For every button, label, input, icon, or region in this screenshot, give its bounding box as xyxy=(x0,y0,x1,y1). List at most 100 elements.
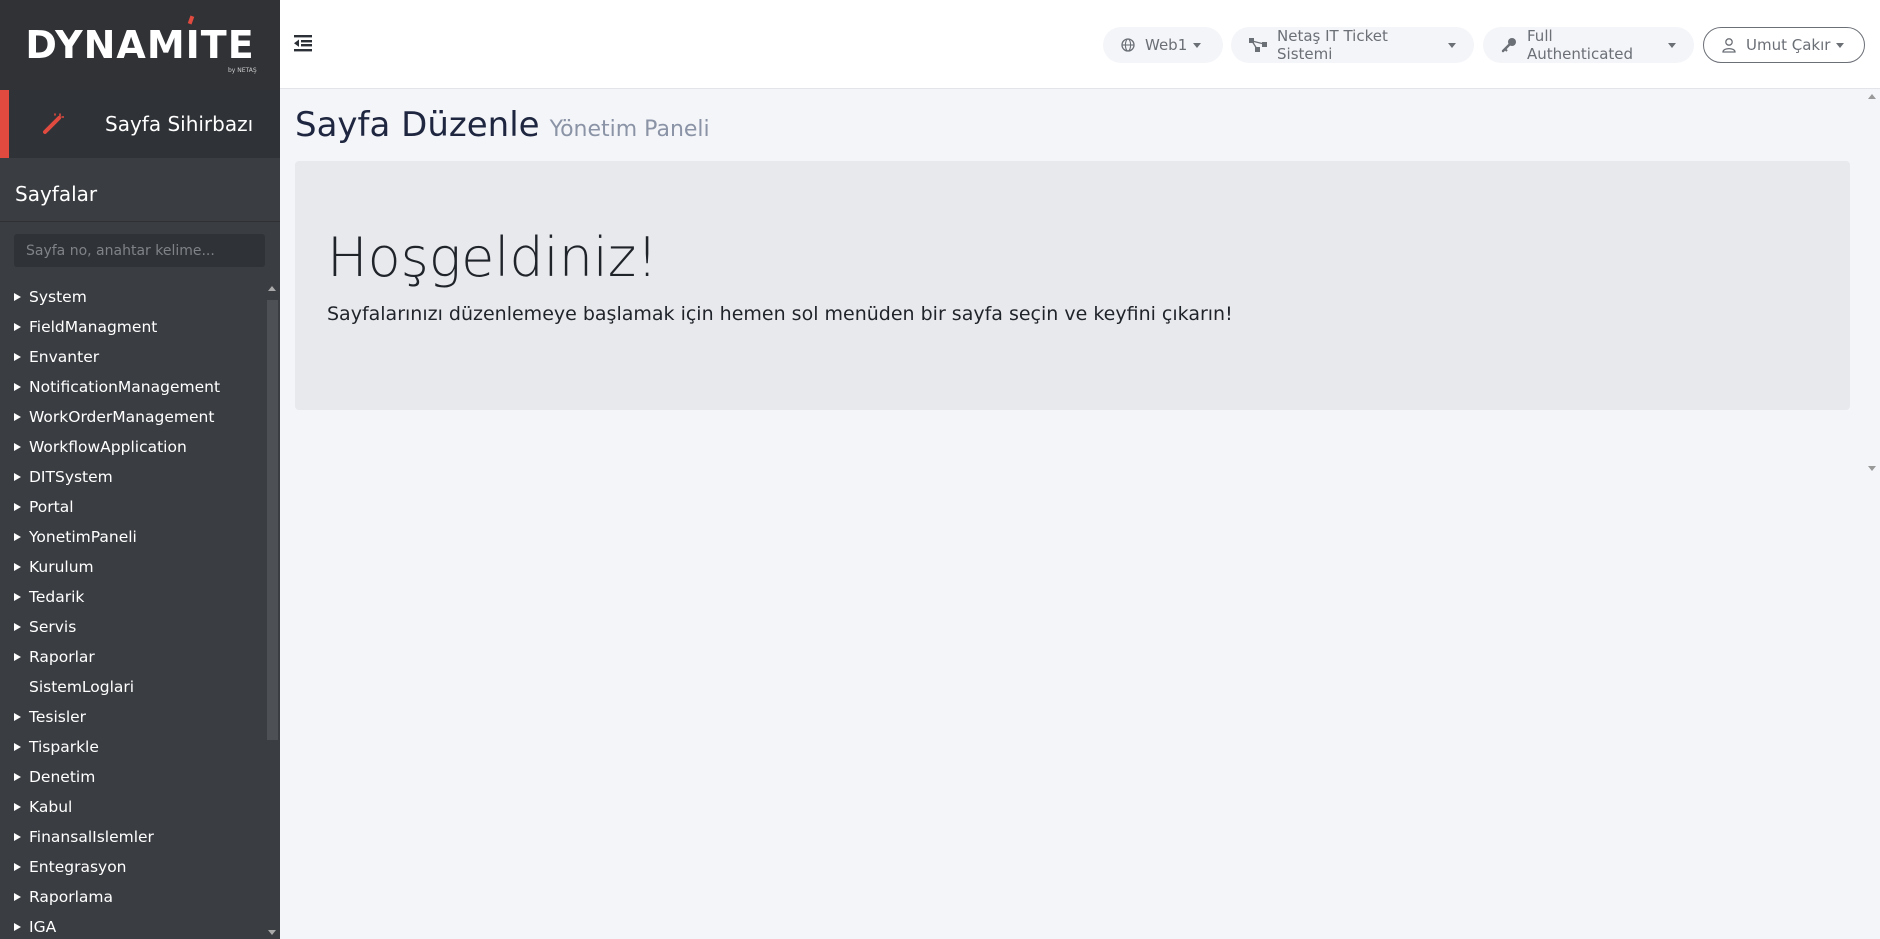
caret-right-icon[interactable] xyxy=(14,353,21,361)
sidebar-tree-item-label: System xyxy=(29,288,87,306)
sidebar-tree-item-label: YonetimPaneli xyxy=(29,528,137,546)
sidebar-tree-item[interactable]: Raporlar xyxy=(0,642,265,672)
caret-right-icon[interactable] xyxy=(14,383,21,391)
sidebar-tree-item-label: NotificationManagement xyxy=(29,378,221,396)
sidebar-tree-item[interactable]: DITSystem xyxy=(0,462,265,492)
sidebar-tree-item[interactable]: WorkflowApplication xyxy=(0,432,265,462)
logo-text-b: I xyxy=(185,23,201,67)
sidebar-tree-item[interactable]: IGA xyxy=(0,912,265,939)
sidebar-tree-item-label: Portal xyxy=(29,498,74,516)
sidebar-tree-item[interactable]: YonetimPaneli xyxy=(0,522,265,552)
caret-right-icon[interactable] xyxy=(14,923,21,931)
sidebar-tree-item[interactable]: System xyxy=(0,282,265,312)
user-dropdown-label: Umut Çakır xyxy=(1746,36,1831,54)
caret-right-icon[interactable] xyxy=(14,563,21,571)
sidebar-tree-item[interactable]: Denetim xyxy=(0,762,265,792)
caret-right-icon[interactable] xyxy=(14,323,21,331)
sidebar-tree-item[interactable]: NotificationManagement xyxy=(0,372,265,402)
sitemap-icon xyxy=(1249,38,1267,52)
caret-right-icon[interactable] xyxy=(14,473,21,481)
sidebar-tree-item-label: Servis xyxy=(29,618,77,636)
scrollbar-thumb[interactable] xyxy=(267,300,278,740)
sidebar-tree-item-label: Tedarik xyxy=(29,588,85,606)
sidebar-tree-item[interactable]: FieldManagment xyxy=(0,312,265,342)
sidebar: DYNAMITE by NETAŞ Sayfa Sihirbazı Sayfal… xyxy=(0,0,280,939)
scroll-up-arrow-icon[interactable] xyxy=(1868,94,1876,99)
sidebar-tree-item[interactable]: Kabul xyxy=(0,792,265,822)
system-dropdown[interactable]: Netaş IT Ticket Sistemi xyxy=(1231,27,1474,63)
page-search-input[interactable] xyxy=(14,234,265,267)
chevron-down-icon xyxy=(1193,42,1202,48)
magic-wand-icon xyxy=(39,110,67,138)
sidebar-tree-item-label: Kurulum xyxy=(29,558,94,576)
main-content: Sayfa Düzenle Yönetim Paneli Hoşgeldiniz… xyxy=(280,90,1865,939)
page-wizard-button[interactable]: Sayfa Sihirbazı xyxy=(0,90,280,158)
caret-right-icon[interactable] xyxy=(14,413,21,421)
sidebar-tree-item[interactable]: Servis xyxy=(0,612,265,642)
sidebar-tree-item-label: IGA xyxy=(29,918,57,936)
sidebar-tree-item-label: Raporlar xyxy=(29,648,95,666)
system-dropdown-label: Netaş IT Ticket Sistemi xyxy=(1277,27,1388,63)
main-scrollbar[interactable] xyxy=(1865,90,1880,475)
caret-right-icon[interactable] xyxy=(14,593,21,601)
sidebar-tree-item-label: Kabul xyxy=(29,798,73,816)
web-dropdown-label: Web1 xyxy=(1145,36,1188,54)
sidebar-tree-item[interactable]: Raporlama xyxy=(0,882,265,912)
caret-right-icon[interactable] xyxy=(14,863,21,871)
sidebar-tree-item-label: FieldManagment xyxy=(29,318,158,336)
sidebar-tree-item[interactable]: WorkOrderManagement xyxy=(0,402,265,432)
page-header: Sayfa Düzenle Yönetim Paneli xyxy=(295,105,710,145)
caret-right-icon[interactable] xyxy=(14,653,21,661)
chevron-down-icon xyxy=(1836,42,1845,48)
sidebar-tree-item[interactable]: Tesisler xyxy=(0,702,265,732)
caret-right-icon[interactable] xyxy=(14,293,21,301)
sidebar-tree-item[interactable]: SistemLoglari xyxy=(0,672,265,702)
sidebar-tree-item-label: Envanter xyxy=(29,348,100,366)
welcome-title: Hoşgeldiniz! xyxy=(327,226,658,289)
sidebar-tree-item[interactable]: Envanter xyxy=(0,342,265,372)
chevron-down-icon xyxy=(1668,42,1676,48)
scroll-up-arrow-icon[interactable] xyxy=(268,286,276,291)
dynamite-logo[interactable]: DYNAMITE by NETAŞ xyxy=(25,23,256,74)
sidebar-tree-item[interactable]: Entegrasyon xyxy=(0,852,265,882)
sidebar-tree-item-label: SistemLoglari xyxy=(29,678,135,696)
scroll-down-arrow-icon[interactable] xyxy=(268,930,276,935)
caret-right-icon[interactable] xyxy=(14,503,21,511)
auth-dropdown[interactable]: Full Authenticated xyxy=(1483,27,1694,63)
caret-right-icon[interactable] xyxy=(14,743,21,751)
sidebar-scrollbar[interactable] xyxy=(265,282,280,939)
user-icon xyxy=(1722,37,1736,53)
user-dropdown[interactable]: Umut Çakır xyxy=(1703,27,1865,63)
auth-dropdown-label: Full Authenticated xyxy=(1527,27,1634,63)
sidebar-tree-item-label: Tesisler xyxy=(29,708,87,726)
sidebar-tree-item[interactable]: Portal xyxy=(0,492,265,522)
web-dropdown[interactable]: Web1 xyxy=(1103,27,1223,63)
sidebar-tree-item-label: Entegrasyon xyxy=(29,858,127,876)
topbar: Web1 Netaş IT Ticket Sistemi Full Authen… xyxy=(280,0,1880,89)
sidebar-tree-item-label: Denetim xyxy=(29,768,96,786)
scroll-down-arrow-icon[interactable] xyxy=(1868,466,1876,471)
caret-right-icon[interactable] xyxy=(14,803,21,811)
caret-right-icon[interactable] xyxy=(14,893,21,901)
sidebar-tree-item[interactable]: Kurulum xyxy=(0,552,265,582)
logo-sub: by NETAŞ xyxy=(228,67,257,74)
caret-right-icon[interactable] xyxy=(14,533,21,541)
sidebar-tree-item[interactable]: Tedarik xyxy=(0,582,265,612)
sidebar-tree-item[interactable]: FinansalIslemler xyxy=(0,822,265,852)
sidebar-tree-item-label: FinansalIslemler xyxy=(29,828,154,846)
welcome-jumbotron: Hoşgeldiniz! Sayfalarınızı düzenlemeye b… xyxy=(295,161,1850,410)
caret-right-icon[interactable] xyxy=(14,833,21,841)
caret-right-icon[interactable] xyxy=(14,683,21,691)
caret-right-icon[interactable] xyxy=(14,623,21,631)
welcome-text: Sayfalarınızı düzenlemeye başlamak için … xyxy=(327,303,1233,325)
sidebar-toggle-icon[interactable] xyxy=(294,34,314,52)
caret-right-icon[interactable] xyxy=(14,713,21,721)
caret-right-icon[interactable] xyxy=(14,443,21,451)
caret-right-icon[interactable] xyxy=(14,773,21,781)
sidebar-tree-item-label: WorkflowApplication xyxy=(29,438,187,456)
globe-icon xyxy=(1121,38,1135,52)
logo-area: DYNAMITE by NETAŞ xyxy=(0,0,280,90)
wizard-label: Sayfa Sihirbazı xyxy=(105,112,254,136)
page-subtitle: Yönetim Paneli xyxy=(549,117,710,142)
sidebar-tree-item[interactable]: Tisparkle xyxy=(0,732,265,762)
